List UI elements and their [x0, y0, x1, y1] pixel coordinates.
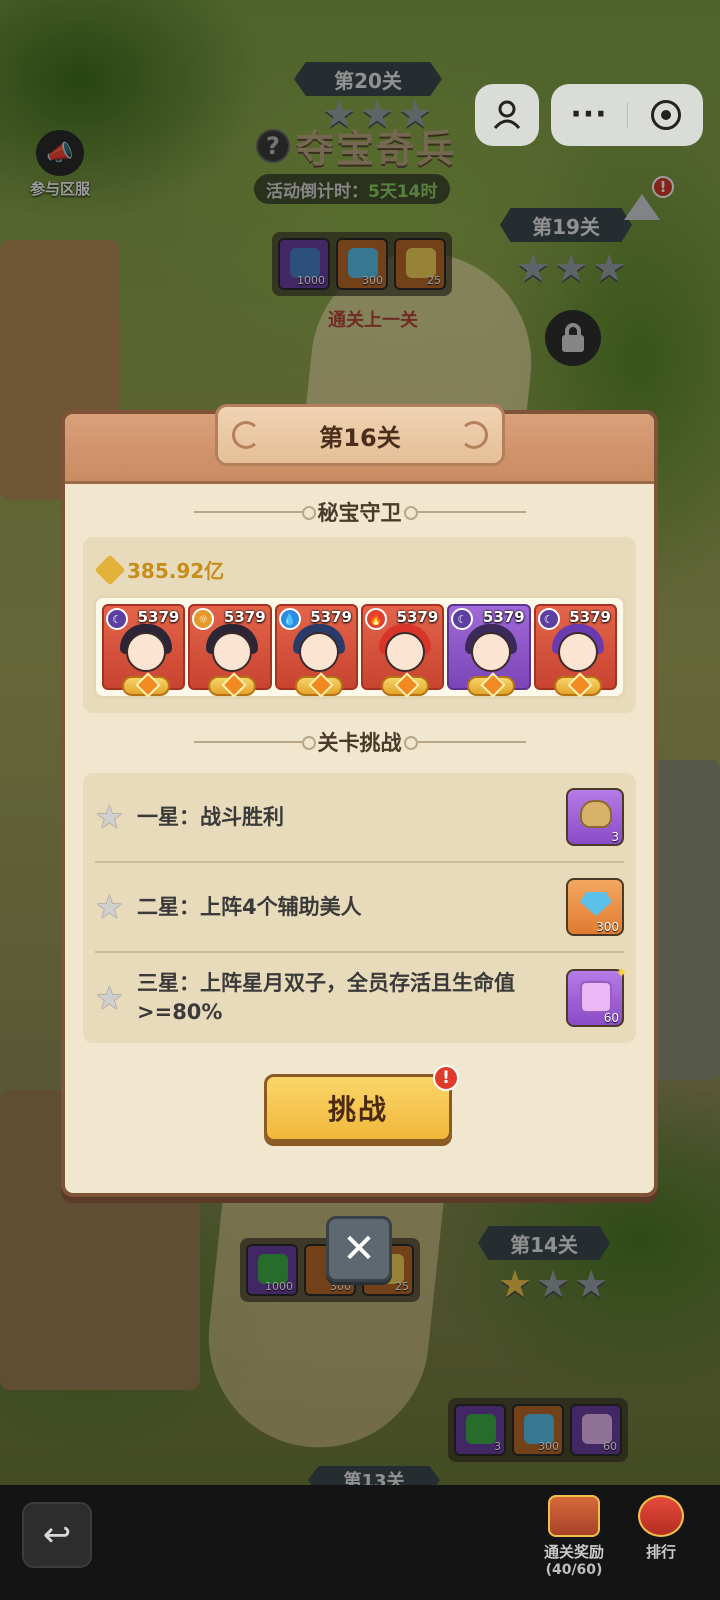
ornament-line: [193, 736, 316, 750]
puzzle-piece-icon: [580, 981, 612, 1013]
stage-dialog: 第16关 秘宝守卫 385.92亿 ☾ 5379 ☼ 5379 💧 5379 🔥…: [61, 404, 658, 1197]
ranking-icon: [638, 1495, 684, 1537]
treasure-chest-icon: [548, 1495, 600, 1537]
hero-card[interactable]: 💧 5379: [274, 604, 358, 696]
water-icon: 💧: [278, 608, 301, 630]
back-arrow-icon: ↩: [42, 1515, 72, 1555]
back-button[interactable]: ↩: [22, 1502, 92, 1568]
challenge-button[interactable]: 挑战 !: [264, 1065, 459, 1142]
coin-bag-icon: [580, 800, 612, 828]
challenge-row: ★ 二星：上阵4个辅助美人 300: [95, 863, 624, 953]
moon-icon: ☾: [106, 608, 128, 630]
challenge-text: 二星：上阵4个辅助美人: [137, 894, 362, 919]
sparkle-icon: ✦: [614, 963, 628, 982]
star-outline-icon: ★: [95, 979, 124, 1017]
moon-icon: ☾: [451, 608, 474, 630]
fire-icon: 🔥: [364, 608, 387, 630]
close-icon: ✕: [342, 1226, 376, 1272]
dialog-title: 第16关: [319, 423, 401, 452]
clear-reward-progress: (40/60): [545, 1562, 603, 1578]
rank-badge-icon: [467, 676, 516, 696]
record-icon: [650, 100, 681, 130]
team-section-title: 秘宝守卫: [317, 501, 402, 525]
bottom-bar: ↩ 通关奖励 (40/60) 排行: [0, 1485, 720, 1600]
hero-card[interactable]: ☾ 5379: [533, 604, 617, 696]
challenge-text: 一星：战斗胜利: [137, 804, 284, 829]
clear-reward-label: 通关奖励: [543, 1543, 604, 1561]
reward-count: 300: [596, 920, 619, 934]
scroll-ornament-icon: [460, 421, 488, 449]
ornament-line: [403, 506, 526, 520]
ranking-label: 排行: [645, 1543, 676, 1561]
challenge-row: ★ 三星：上阵星月双子，全员存活且生命值>=80% ✦ 60: [95, 953, 628, 1043]
title-plaque: 第16关: [215, 404, 505, 466]
user-icon: [493, 100, 521, 130]
hero-card[interactable]: ☾ 5379: [447, 604, 531, 696]
combat-power: 385.92亿: [94, 553, 225, 586]
close-dialog-button[interactable]: ✕: [326, 1216, 392, 1282]
rank-badge-icon: [294, 676, 343, 696]
moon-icon: ☾: [537, 608, 560, 630]
user-button[interactable]: [475, 84, 539, 146]
hero-level: 5379: [569, 608, 611, 626]
swords-icon: [94, 553, 126, 586]
hero-card[interactable]: ☾ 5379: [102, 604, 186, 696]
hero-level: 5379: [396, 608, 439, 626]
hero-level: 5379: [223, 608, 266, 626]
more-menu-button[interactable]: ···: [551, 100, 627, 130]
ornament-line: [403, 736, 526, 750]
alert-badge: !: [433, 1065, 459, 1091]
ornament-line: [193, 506, 316, 520]
reward-count: 60: [603, 1011, 619, 1025]
team-section-header: 秘宝守卫: [65, 494, 654, 530]
sun-icon: ☼: [192, 608, 215, 630]
hero-card[interactable]: 🔥 5379: [360, 604, 445, 696]
challenge-reward[interactable]: 3: [566, 788, 624, 846]
ranking-button[interactable]: 排行: [626, 1495, 696, 1562]
rank-badge-icon: [553, 676, 602, 696]
mini-program-capsule: ···: [551, 84, 703, 146]
challenge-row: ★ 一星：战斗胜利 3: [95, 773, 624, 863]
rank-badge-icon: [380, 676, 429, 696]
enemy-team-panel: 385.92亿 ☾ 5379 ☼ 5379 💧 5379 🔥 5379 ☾ 53…: [83, 537, 636, 713]
rank-badge-icon: [208, 676, 257, 696]
star-outline-icon: ★: [95, 798, 124, 836]
reward-count: 3: [611, 830, 619, 844]
close-program-button[interactable]: [628, 100, 703, 130]
challenge-section-title: 关卡挑战: [317, 731, 402, 755]
challenge-text: 三星：上阵星月双子，全员存活且生命值>=80%: [137, 971, 515, 1024]
star-outline-icon: ★: [95, 888, 124, 926]
challenge-button-label: 挑战: [327, 1093, 388, 1126]
scroll-ornament-icon: [232, 421, 260, 449]
combat-power-value: 385.92亿: [127, 559, 225, 583]
hero-level: 5379: [482, 608, 525, 626]
hero-level: 5379: [310, 608, 352, 626]
hero-level: 5379: [137, 608, 180, 626]
rank-badge-icon: [122, 676, 170, 696]
challenge-list: ★ 一星：战斗胜利 3 ★ 二星：上阵4个辅助美人 300 ★ 三星：上阵星月双…: [83, 773, 636, 1043]
hero-card[interactable]: ☼ 5379: [188, 604, 272, 696]
challenge-section-header: 关卡挑战: [65, 724, 654, 760]
challenge-reward[interactable]: 300: [566, 878, 624, 936]
hero-lineup: ☾ 5379 ☼ 5379 💧 5379 🔥 5379 ☾ 5379 ☾ 537…: [93, 595, 626, 699]
clear-reward-button[interactable]: 通关奖励 (40/60): [530, 1495, 618, 1578]
diamond-icon: [580, 892, 612, 916]
dialog-header: 第16关: [65, 404, 654, 484]
challenge-reward[interactable]: ✦ 60: [566, 963, 628, 1027]
